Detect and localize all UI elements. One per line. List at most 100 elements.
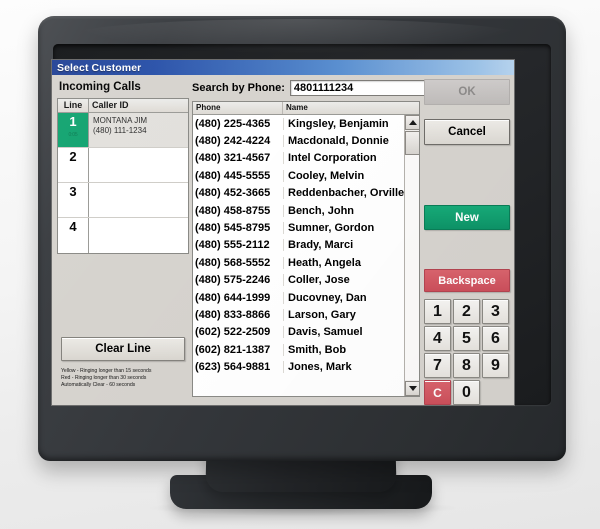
table-row[interactable]: (480) 445-5555 Cooley, Melvin xyxy=(193,167,405,184)
incoming-calls-table: Line Caller ID 1 0:05 MONTANA JIM (480) … xyxy=(57,98,189,254)
keypad-blank-slot xyxy=(482,380,509,405)
call-line-number-2: 2 xyxy=(69,149,77,164)
legend-line-red: Red - Ringing longer than 30 seconds xyxy=(61,375,147,382)
search-row: Search by Phone: xyxy=(192,79,451,97)
results-header-row: Phone Name xyxy=(193,102,419,115)
legend-line-yellow: Yellow - Ringing longer than 15 seconds xyxy=(61,368,152,374)
call-caller-id-cell-3[interactable] xyxy=(89,183,188,217)
column-header-line: Line xyxy=(58,99,89,112)
call-caller-id-cell-1[interactable]: MONTANA JIM (480) 111-1234 xyxy=(89,113,188,147)
results-vertical-scrollbar[interactable] xyxy=(404,115,419,396)
call-line-number-cell-3[interactable]: 3 xyxy=(58,183,89,217)
result-name: Jones, Mark xyxy=(283,361,405,374)
result-phone: (480) 242-4224 xyxy=(195,135,271,148)
call-line-number-3: 3 xyxy=(69,184,77,199)
results-column-header-pad xyxy=(405,102,419,114)
result-phone: (480) 445-5555 xyxy=(195,169,271,182)
dialog-title: Select Customer xyxy=(57,61,142,74)
result-phone: (480) 545-8795 xyxy=(195,222,271,235)
call-line-number-cell-4[interactable]: 4 xyxy=(58,218,89,253)
table-row[interactable]: (623) 564-9881 Jones, Mark xyxy=(193,358,405,375)
result-name: Cooley, Melvin xyxy=(283,169,405,182)
result-name: Kingsley, Benjamin xyxy=(283,117,405,130)
result-name: Macdonald, Donnie xyxy=(283,135,405,148)
result-phone: (602) 522-2509 xyxy=(195,326,271,339)
result-phone: (480) 568-5552 xyxy=(195,256,271,269)
action-panel: OK Cancel New Backspace 1 2 3 4 5 6 7 8 … xyxy=(424,79,510,405)
results-column-header-phone: Phone xyxy=(193,102,283,114)
table-row[interactable]: (480) 225-4365 Kingsley, Benjamin xyxy=(193,115,405,132)
results-rows: (480) 225-4365 Kingsley, Benjamin (480) … xyxy=(193,115,405,396)
keypad-key-1[interactable]: 1 xyxy=(424,299,451,324)
keypad-clear-button[interactable]: C xyxy=(424,380,451,405)
result-phone: (602) 821-1387 xyxy=(195,343,271,356)
table-row[interactable]: (602) 522-2509 Davis, Samuel xyxy=(193,324,405,341)
result-name: Coller, Jose xyxy=(283,274,405,287)
call-caller-id-cell-2[interactable] xyxy=(89,148,188,182)
call-line-timer-1: 0:05 xyxy=(68,132,78,138)
keypad-key-0[interactable]: 0 xyxy=(453,380,480,405)
result-phone: (480) 321-4567 xyxy=(195,152,271,165)
triangle-up-icon xyxy=(408,120,417,125)
result-phone: (480) 555-2112 xyxy=(195,239,270,252)
call-line-number-1: 1 xyxy=(69,114,77,129)
result-phone: (480) 225-4365 xyxy=(195,117,271,130)
table-row[interactable]: (602) 821-1387 Smith, Bob xyxy=(193,341,405,358)
keypad-key-3[interactable]: 3 xyxy=(482,299,509,324)
keypad-key-7[interactable]: 7 xyxy=(424,353,451,378)
call-line-number-cell-1[interactable]: 1 0:05 xyxy=(58,113,89,147)
table-row[interactable]: (480) 568-5552 Heath, Angela xyxy=(193,254,405,271)
table-row[interactable]: (480) 545-8795 Sumner, Gordon xyxy=(193,219,405,236)
call-line-row-3[interactable]: 3 xyxy=(58,183,188,218)
call-line-row-2[interactable]: 2 xyxy=(58,148,188,183)
caller-name-1: MONTANA JIM xyxy=(93,116,148,125)
result-name: Intel Corporation xyxy=(283,152,405,165)
ok-button[interactable]: OK xyxy=(424,79,510,105)
table-row[interactable]: (480) 321-4567 Intel Corporation xyxy=(193,150,405,167)
call-line-row-1[interactable]: 1 0:05 MONTANA JIM (480) 111-1234 xyxy=(58,113,188,148)
call-caller-id-cell-4[interactable] xyxy=(89,218,188,253)
scrollbar-track[interactable] xyxy=(405,155,419,380)
keypad-key-6[interactable]: 6 xyxy=(482,326,509,351)
table-row[interactable]: (480) 452-3665 Reddenbacher, Orville xyxy=(193,185,405,202)
result-phone: (480) 644-1999 xyxy=(195,291,271,304)
keypad-key-5[interactable]: 5 xyxy=(453,326,480,351)
customer-search-panel: Search by Phone: Phone Name (480) 225-43… xyxy=(192,79,451,401)
result-name: Reddenbacher, Orville xyxy=(283,187,405,200)
column-header-caller-id: Caller ID xyxy=(92,100,129,110)
table-row[interactable]: (480) 833-8866 Larson, Gary xyxy=(193,306,405,323)
clear-line-button[interactable]: Clear Line xyxy=(61,337,185,361)
result-name: Bench, John xyxy=(283,204,405,217)
table-row[interactable]: (480) 242-4224 Macdonald, Donnie xyxy=(193,132,405,149)
scroll-up-button[interactable] xyxy=(405,115,419,130)
keypad-key-2[interactable]: 2 xyxy=(453,299,480,324)
result-name: Heath, Angela xyxy=(283,256,405,269)
numeric-keypad: 1 2 3 4 5 6 7 8 9 C 0 xyxy=(424,299,510,405)
keypad-key-9[interactable]: 9 xyxy=(482,353,509,378)
touchscreen-display: Select Customer Incoming Calls Line Call… xyxy=(52,60,514,405)
scroll-down-button[interactable] xyxy=(405,381,419,396)
new-customer-button[interactable]: New xyxy=(424,205,510,230)
keypad-key-8[interactable]: 8 xyxy=(453,353,480,378)
dialog-titlebar: Select Customer xyxy=(52,60,514,75)
scrollbar-thumb[interactable] xyxy=(405,131,419,155)
result-name: Davis, Samuel xyxy=(283,326,405,339)
call-line-row-4[interactable]: 4 xyxy=(58,218,188,253)
incoming-calls-panel: Incoming Calls Line Caller ID 1 0:05 MON… xyxy=(57,79,189,401)
result-name: Smith, Bob xyxy=(283,343,405,356)
backspace-button[interactable]: Backspace xyxy=(424,269,510,292)
result-phone: (480) 452-3665 xyxy=(195,187,271,200)
customer-results-grid: Phone Name (480) 225-4365 Kingsley, Benj… xyxy=(192,101,420,397)
call-line-number-cell-2[interactable]: 2 xyxy=(58,148,89,182)
keypad-key-4[interactable]: 4 xyxy=(424,326,451,351)
call-line-number-4: 4 xyxy=(69,219,77,234)
legend-line-autoclear: Automatically Clear - 60 seconds xyxy=(61,382,136,389)
table-row[interactable]: (480) 575-2246 Coller, Jose xyxy=(193,272,405,289)
incoming-calls-heading: Incoming Calls xyxy=(59,81,141,93)
result-name: Sumner, Gordon xyxy=(283,222,405,235)
table-row[interactable]: (480) 458-8755 Bench, John xyxy=(193,202,405,219)
table-row[interactable]: (480) 555-2112 Brady, Marci xyxy=(193,237,405,254)
cancel-button[interactable]: Cancel xyxy=(424,119,510,145)
table-row[interactable]: (480) 644-1999 Ducovney, Dan xyxy=(193,289,405,306)
triangle-down-icon xyxy=(408,386,417,391)
